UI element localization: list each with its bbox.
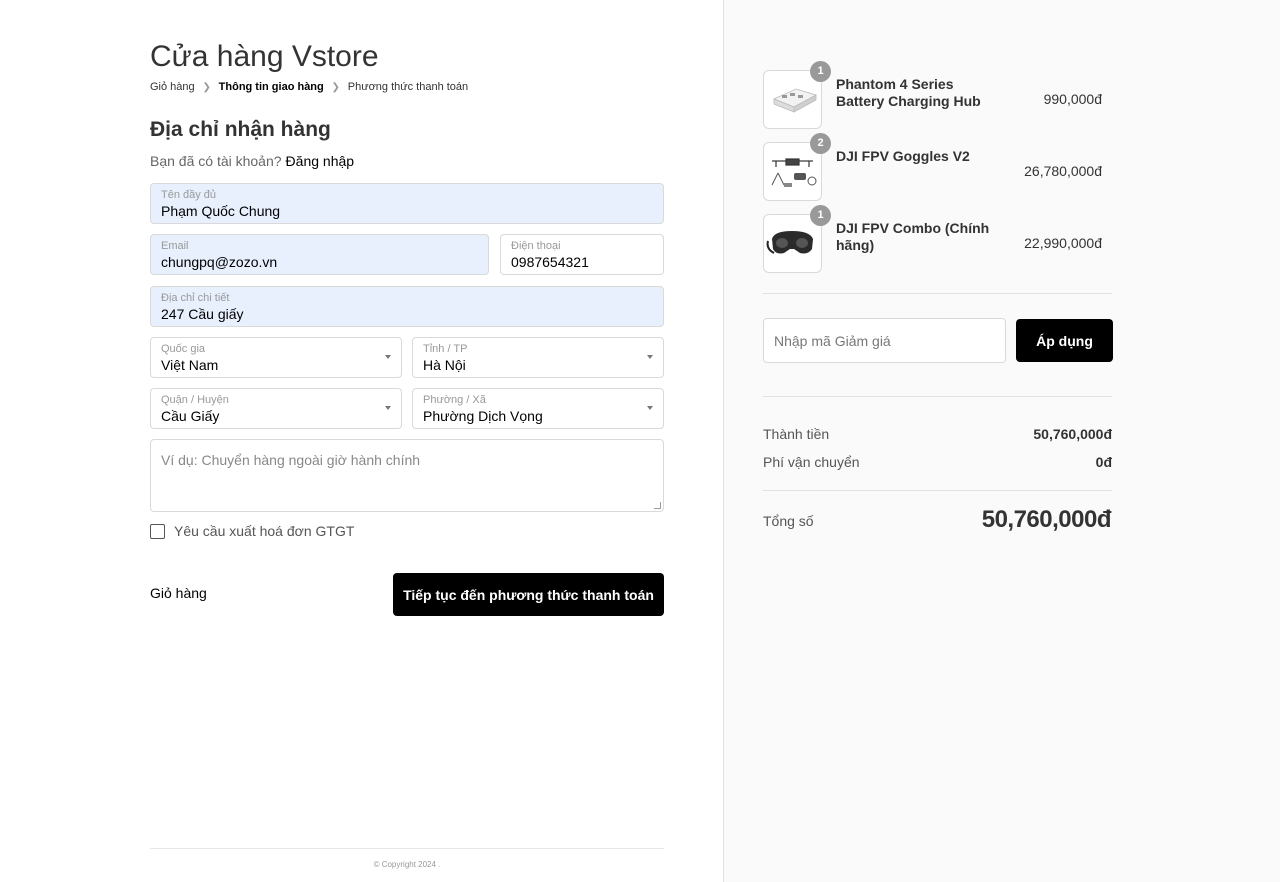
cart-item: 1 Phantom 4 Series Battery Charging Hub … (763, 61, 1113, 130)
fullname-label: Tên đầy đủ (161, 189, 217, 201)
district-select[interactable]: Quận / Huyện Cầu Giấy (150, 388, 402, 429)
apply-discount-button[interactable]: Áp dụng (1016, 319, 1113, 362)
shipping-panel: Cửa hàng Vstore Giỏ hàng ❯ Thông tin gia… (0, 0, 723, 882)
country-label: Quốc gia (161, 343, 206, 355)
chevron-right-icon: ❯ (331, 81, 340, 93)
order-summary-panel: 1 Phantom 4 Series Battery Charging Hub … (723, 0, 1280, 882)
province-label: Tỉnh / TP (423, 343, 468, 355)
email-value: chungpq@zozo.vn (161, 254, 278, 270)
login-prompt: Bạn đã có tài khoản? Đăng nhập (150, 153, 354, 169)
country-select[interactable]: Quốc gia Việt Nam (150, 337, 402, 378)
phone-field[interactable]: Điện thoại 0987654321 (500, 234, 664, 275)
quantity-badge: 1 (810, 205, 831, 226)
cart-item: 2 DJI FPV Goggles V2 26,780,000đ (763, 133, 1113, 202)
vat-invoice-checkbox[interactable] (150, 523, 165, 539)
quantity-badge: 2 (810, 133, 831, 154)
shipping-fee-label: Phí vận chuyển (763, 454, 860, 470)
district-label: Quận / Huyện (161, 394, 229, 406)
fullname-value: Phạm Quốc Chung (161, 203, 281, 219)
phone-label: Điện thoại (511, 240, 561, 252)
divider (763, 396, 1112, 397)
back-to-cart-link[interactable]: Giỏ hàng (150, 585, 207, 601)
district-value: Cầu Giấy (161, 408, 220, 424)
address-field[interactable]: Địa chỉ chi tiết 247 Cầu giấy (150, 286, 664, 327)
continue-to-payment-button[interactable]: Tiếp tục đến phương thức thanh toán (393, 573, 664, 616)
divider (763, 293, 1112, 294)
have-account-text: Bạn đã có tài khoản? (150, 153, 282, 169)
product-name: DJI FPV Goggles V2 (836, 148, 970, 164)
resize-handle-icon[interactable] (654, 502, 661, 509)
total-label: Tổng số (763, 513, 814, 529)
dropdown-arrow-icon (647, 355, 653, 359)
breadcrumb: Giỏ hàng ❯ Thông tin giao hàng ❯ Phương … (150, 81, 468, 93)
product-price: 990,000đ (1043, 91, 1102, 107)
dropdown-arrow-icon (385, 355, 391, 359)
breadcrumb-shipping-info: Thông tin giao hàng (218, 81, 324, 93)
product-price: 22,990,000đ (1024, 235, 1102, 251)
cart-item: 1 DJI FPV Combo (Chính hãng) 22,990,000đ (763, 205, 1113, 274)
note-textarea[interactable]: Ví dụ: Chuyển hàng ngoài giờ hành chính (150, 439, 664, 512)
subtotal-label: Thành tiền (763, 426, 830, 442)
ward-label: Phường / Xã (423, 394, 486, 406)
fullname-field[interactable]: Tên đầy đủ Phạm Quốc Chung (150, 183, 664, 224)
discount-placeholder: Nhập mã Giảm giá (774, 333, 891, 349)
shipping-fee-value: 0đ (1095, 454, 1112, 470)
chevron-right-icon: ❯ (202, 81, 211, 93)
vat-invoice-label: Yêu cầu xuất hoá đơn GTGT (174, 523, 355, 539)
ward-select[interactable]: Phường / Xã Phường Dịch Vọng (412, 388, 664, 429)
total-value: 50,760,000đ (981, 506, 1112, 533)
subtotal-row: Thành tiền 50,760,000đ (763, 426, 1112, 442)
country-value: Việt Nam (161, 357, 219, 373)
province-select[interactable]: Tỉnh / TP Hà Nội (412, 337, 664, 378)
phone-value: 0987654321 (511, 254, 589, 270)
email-label: Email (161, 240, 189, 252)
vat-invoice-row[interactable]: Yêu cầu xuất hoá đơn GTGT (150, 523, 354, 539)
dropdown-arrow-icon (385, 406, 391, 410)
quantity-badge: 1 (810, 61, 831, 82)
footer-divider (150, 848, 664, 849)
discount-code-input[interactable]: Nhập mã Giảm giá (763, 318, 1006, 363)
store-title: Cửa hàng Vstore (150, 40, 379, 73)
email-field[interactable]: Email chungpq@zozo.vn (150, 234, 489, 275)
product-price: 26,780,000đ (1024, 163, 1102, 179)
copyright: © Copyright 2024 . (373, 860, 441, 869)
breadcrumb-cart[interactable]: Giỏ hàng (150, 81, 195, 93)
note-placeholder: Ví dụ: Chuyển hàng ngoài giờ hành chính (161, 452, 421, 468)
shipping-fee-row: Phí vận chuyển 0đ (763, 454, 1112, 470)
breadcrumb-payment-method: Phương thức thanh toán (347, 81, 469, 93)
ward-value: Phường Dịch Vọng (423, 408, 543, 424)
product-name: DJI FPV Combo (Chính hãng) (836, 220, 990, 253)
login-link[interactable]: Đăng nhập (286, 153, 355, 169)
address-value: 247 Cầu giấy (161, 306, 244, 322)
province-value: Hà Nội (423, 357, 466, 373)
address-label: Địa chỉ chi tiết (161, 292, 230, 304)
dropdown-arrow-icon (647, 406, 653, 410)
product-name: Phantom 4 Series Battery Charging Hub (836, 76, 981, 109)
subtotal-value: 50,760,000đ (1033, 426, 1112, 442)
section-title: Địa chỉ nhận hàng (150, 118, 331, 141)
divider (763, 490, 1112, 491)
